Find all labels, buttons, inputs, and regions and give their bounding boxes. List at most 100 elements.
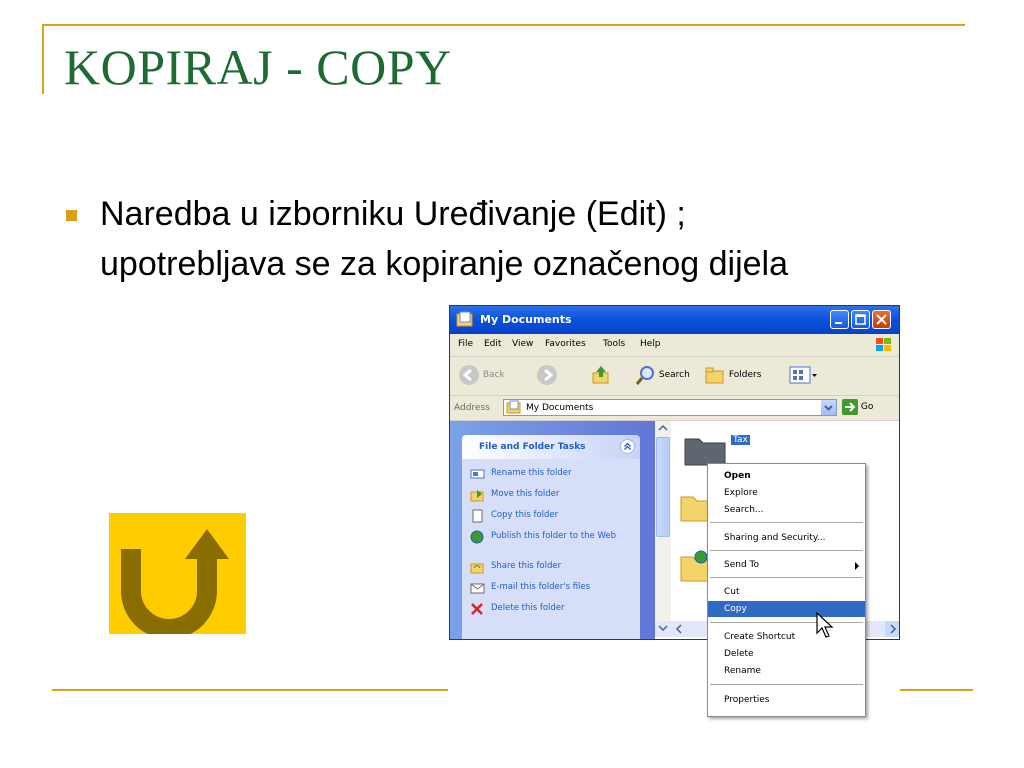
task-label: Delete this folder [491, 603, 565, 613]
close-button[interactable] [872, 310, 891, 329]
search-icon [635, 366, 654, 385]
bottom-rule-left [52, 689, 448, 691]
minimize-button[interactable] [830, 310, 849, 329]
task-label: Share this folder [491, 561, 562, 571]
ctx-label: Search... [724, 505, 764, 515]
task-label: Rename this folder [491, 468, 572, 478]
views-button[interactable] [788, 364, 818, 386]
ctx-label: Copy [724, 604, 747, 614]
address-input[interactable]: My Documents [503, 399, 837, 416]
search-label: Search [658, 370, 690, 380]
task-panel-header[interactable]: File and Folder Tasks [462, 435, 640, 459]
task-panel-title: File and Folder Tasks [479, 442, 586, 452]
folders-button[interactable]: Folders [704, 364, 761, 386]
task-label: E-mail this folder's files [491, 582, 591, 592]
menu-file[interactable]: File [458, 339, 473, 349]
menu-bar: File Edit View Favorites Tools Help [450, 334, 899, 357]
submenu-arrow-icon [855, 562, 859, 570]
title-frame-line [42, 24, 965, 26]
menu-favorites[interactable]: Favorites [545, 339, 586, 349]
close-icon [876, 314, 887, 325]
task-pane: File and Folder Tasks Rename this folder… [450, 421, 655, 639]
ctx-item-rename[interactable]: Rename [708, 663, 865, 679]
bottom-rule-right [900, 689, 973, 691]
move-icon [470, 490, 484, 502]
ctx-item-properties[interactable]: Properties [708, 692, 865, 708]
maximize-icon [855, 314, 866, 325]
context-menu: Open Explore Search... Sharing and Secur… [707, 463, 866, 717]
menu-edit[interactable]: Edit [484, 339, 501, 349]
ctx-separator [710, 684, 863, 685]
return-arrow-icon [121, 529, 229, 634]
ctx-item-cut[interactable]: Cut [708, 584, 865, 600]
back-arrow-icon [459, 365, 479, 385]
my-documents-icon [456, 311, 473, 327]
menu-tools[interactable]: Tools [603, 339, 625, 349]
task-label: Move this folder [491, 489, 560, 499]
ctx-item-sharing[interactable]: Sharing and Security... [708, 530, 865, 546]
task-label: Publish this folder to the Web [491, 531, 617, 541]
back-button[interactable]: Back [458, 364, 505, 386]
views-grid-icon [789, 366, 817, 384]
back-label: Back [482, 370, 505, 380]
bullet-text: Naredba u izborniku Uređivanje (Edit) ; … [100, 189, 990, 289]
collapse-button[interactable] [620, 439, 635, 454]
ctx-label: Create Shortcut [724, 632, 796, 642]
ctx-item-open[interactable]: Open [708, 468, 865, 484]
ctx-separator [710, 550, 863, 551]
ctx-separator [710, 622, 863, 623]
scroll-right-icon [885, 621, 899, 637]
minimize-icon [835, 322, 842, 324]
window-title: My Documents [480, 313, 572, 326]
go-button[interactable]: Go [842, 399, 873, 415]
window-titlebar: My Documents [450, 306, 899, 334]
forward-button[interactable] [536, 364, 558, 386]
windows-logo-icon [876, 338, 891, 351]
copy-icon [472, 509, 483, 523]
my-documents-small-icon [506, 400, 521, 414]
selected-file-name[interactable]: Tax [731, 435, 750, 445]
ctx-label: Sharing and Security... [724, 533, 826, 543]
ctx-label: Open [724, 471, 751, 481]
address-value: My Documents [526, 403, 594, 413]
folders-icon [705, 367, 724, 384]
bullet-marker [66, 210, 77, 221]
ctx-separator [710, 522, 863, 523]
return-button[interactable] [109, 513, 246, 634]
menu-view[interactable]: View [512, 339, 533, 349]
address-bar: Address My Documents Go [450, 396, 899, 421]
ctx-item-send-to[interactable]: Send To [708, 557, 865, 573]
up-folder-button[interactable] [590, 364, 612, 386]
vertical-scrollbar[interactable] [655, 421, 671, 621]
globe-icon [470, 530, 484, 544]
double-chevron-up-icon [624, 442, 631, 450]
ctx-item-delete[interactable]: Delete [708, 646, 865, 662]
ctx-label: Delete [724, 649, 754, 659]
share-icon [470, 563, 484, 574]
up-folder-icon [592, 366, 609, 384]
task-label: Copy this folder [491, 510, 559, 520]
scroll-thumb[interactable] [656, 437, 670, 537]
ctx-item-copy[interactable]: Copy [708, 601, 865, 617]
ctx-separator [710, 577, 863, 578]
folders-label: Folders [728, 370, 762, 380]
scroll-up-icon [658, 424, 668, 431]
menu-help[interactable]: Help [640, 339, 661, 349]
delete-x-icon [471, 603, 483, 615]
ctx-item-explore[interactable]: Explore [708, 485, 865, 501]
ctx-item-create-shortcut[interactable]: Create Shortcut [708, 629, 865, 645]
ctx-label: Cut [724, 587, 740, 597]
ctx-label: Properties [724, 695, 770, 705]
toolbar: Back Search Folders [450, 357, 899, 396]
scroll-left-icon [658, 624, 682, 634]
search-button[interactable]: Search [634, 364, 690, 386]
ctx-label: Explore [724, 488, 758, 498]
ctx-item-search[interactable]: Search... [708, 502, 865, 518]
maximize-button[interactable] [851, 310, 870, 329]
bullet-line-1: Naredba u izborniku Uređivanje (Edit) ; [100, 195, 686, 233]
email-icon [470, 583, 485, 594]
address-dropdown[interactable] [821, 400, 836, 415]
slide-title: KOPIRAJ - COPY [64, 39, 452, 95]
forward-arrow-icon [537, 365, 557, 385]
chevron-down-icon [824, 405, 833, 411]
